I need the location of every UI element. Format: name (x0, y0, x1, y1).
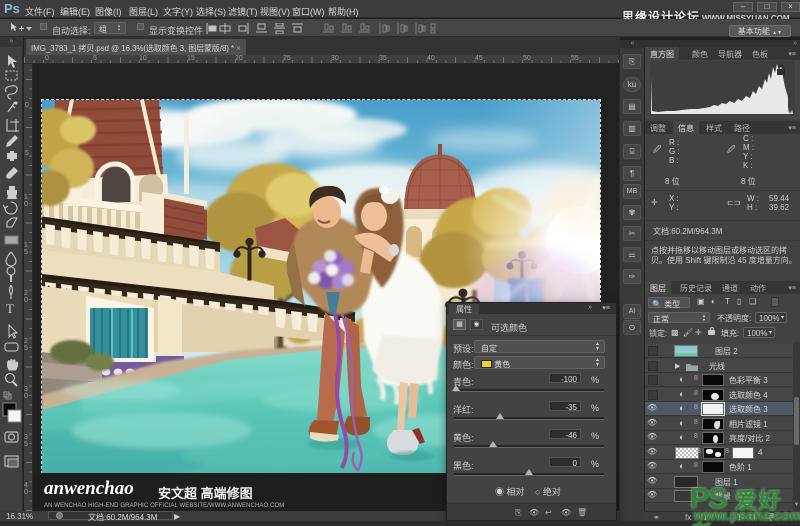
svg-text:T: T (6, 301, 14, 316)
